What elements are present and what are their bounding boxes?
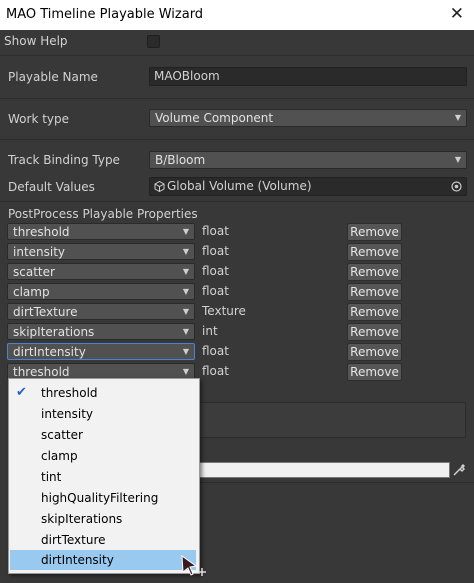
- work-type-label: Work type: [8, 112, 70, 126]
- property-value: threshold: [13, 365, 70, 379]
- property-value: dirtIntensity: [13, 345, 86, 359]
- property-type: float: [202, 364, 229, 378]
- divider: [0, 201, 474, 202]
- property-type: float: [202, 344, 229, 358]
- property-type: float: [202, 224, 229, 238]
- menu-item-dirt-intensity[interactable]: dirtIntensity: [10, 550, 196, 570]
- property-dropdown[interactable]: dirtIntensity ▼: [7, 343, 195, 360]
- track-binding-label: Track Binding Type: [8, 153, 120, 167]
- property-value: scatter: [13, 265, 55, 279]
- divider: [0, 55, 474, 56]
- dropdown-arrow-icon: ▼: [182, 327, 189, 336]
- color-field[interactable]: [196, 462, 450, 478]
- object-picker-icon[interactable]: [451, 181, 462, 192]
- remove-button[interactable]: Remove: [347, 243, 402, 261]
- property-value: threshold: [13, 225, 70, 239]
- dropdown-arrow-icon: ▼: [454, 155, 461, 164]
- property-dropdown[interactable]: skipIterations ▼: [7, 323, 195, 340]
- show-help-checkbox[interactable]: [147, 35, 160, 48]
- help-box: [196, 402, 466, 438]
- property-value: intensity: [13, 245, 66, 259]
- postprocess-header: PostProcess Playable Properties: [8, 207, 198, 221]
- menu-item-skip-iterations[interactable]: skipIterations: [10, 509, 196, 529]
- dropdown-arrow-icon: ▼: [454, 113, 461, 122]
- cube-icon: [154, 181, 165, 192]
- mouse-cursor-icon: [181, 554, 206, 576]
- window-title: MAO Timeline Playable Wizard: [6, 7, 204, 22]
- menu-item-scatter[interactable]: scatter: [10, 425, 196, 445]
- divider: [196, 482, 474, 483]
- property-dropdown-menu: ✔ threshold intensity scatter clamp tint…: [8, 378, 200, 574]
- property-value: dirtTexture: [13, 305, 78, 319]
- check-icon: ✔: [16, 385, 27, 400]
- remove-button[interactable]: Remove: [347, 363, 402, 381]
- property-type: int: [202, 324, 218, 338]
- menu-item-tint[interactable]: tint: [10, 467, 196, 487]
- property-dropdown[interactable]: threshold ▼: [7, 223, 195, 240]
- dropdown-arrow-icon: ▼: [182, 307, 189, 316]
- property-type: Texture: [202, 304, 246, 318]
- remove-button[interactable]: Remove: [347, 303, 402, 321]
- window-titlebar: MAO Timeline Playable Wizard ✕: [0, 0, 474, 30]
- dropdown-arrow-icon: ▼: [182, 227, 189, 236]
- playable-name-label: Playable Name: [8, 70, 98, 84]
- remove-button[interactable]: Remove: [347, 223, 402, 241]
- property-value: clamp: [13, 285, 50, 299]
- remove-button[interactable]: Remove: [347, 323, 402, 341]
- default-values-object-field[interactable]: Global Volume (Volume): [149, 177, 467, 196]
- divider: [0, 98, 474, 99]
- playable-name-field[interactable]: MAOBloom: [149, 67, 467, 86]
- close-icon[interactable]: ✕: [450, 4, 464, 24]
- show-help-label: Show Help: [4, 34, 68, 48]
- property-dropdown[interactable]: intensity ▼: [7, 243, 195, 260]
- menu-item-clamp[interactable]: clamp: [10, 446, 196, 466]
- property-value: skipIterations: [13, 325, 95, 339]
- divider: [0, 139, 474, 140]
- default-values-value: Global Volume (Volume): [167, 179, 312, 193]
- work-type-value: Volume Component: [155, 111, 274, 125]
- dropdown-arrow-icon: ▼: [182, 247, 189, 256]
- dropdown-arrow-icon: ▼: [182, 267, 189, 276]
- property-dropdown[interactable]: scatter ▼: [7, 263, 195, 280]
- property-dropdown[interactable]: dirtTexture ▼: [7, 303, 195, 320]
- default-values-label: Default Values: [8, 180, 95, 194]
- remove-button[interactable]: Remove: [347, 283, 402, 301]
- remove-button[interactable]: Remove: [347, 343, 402, 361]
- track-binding-dropdown[interactable]: B/Bloom ▼: [149, 151, 467, 169]
- menu-item-dirt-texture[interactable]: dirtTexture: [10, 530, 196, 550]
- dropdown-arrow-icon: ▼: [182, 287, 189, 296]
- property-type: float: [202, 244, 229, 258]
- property-type: float: [202, 264, 229, 278]
- eyedropper-icon[interactable]: [452, 463, 466, 477]
- property-dropdown[interactable]: clamp ▼: [7, 283, 195, 300]
- menu-item-threshold[interactable]: ✔ threshold: [10, 383, 196, 403]
- dropdown-arrow-icon: ▼: [182, 347, 189, 356]
- property-type: float: [202, 284, 229, 298]
- track-binding-value: B/Bloom: [155, 153, 206, 167]
- menu-item-intensity[interactable]: intensity: [10, 404, 196, 424]
- menu-item-high-quality-filtering[interactable]: highQualityFiltering: [10, 488, 196, 508]
- remove-button[interactable]: Remove: [347, 263, 402, 281]
- work-type-dropdown[interactable]: Volume Component ▼: [149, 109, 467, 127]
